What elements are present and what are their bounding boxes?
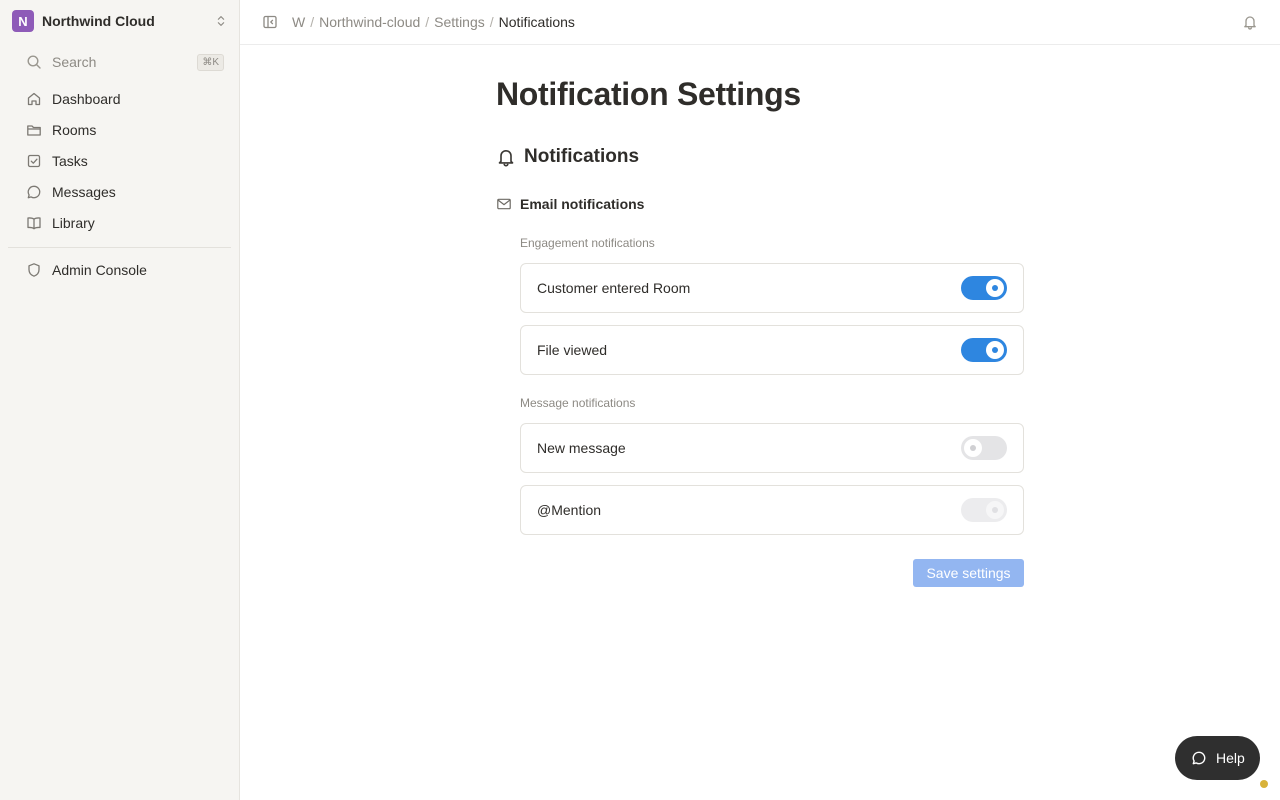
workspace-avatar: N xyxy=(12,10,34,32)
search-shortcut: ⌘K xyxy=(197,53,224,71)
folder-icon xyxy=(26,122,42,138)
setting-label: File viewed xyxy=(537,342,608,358)
sidebar-item-rooms[interactable]: Rooms xyxy=(16,116,224,144)
breadcrumb-item-settings[interactable]: Settings xyxy=(434,14,485,30)
search-label: Search xyxy=(52,54,97,70)
breadcrumb-separator: / xyxy=(310,14,315,30)
workspace-switcher[interactable]: N Northwind Cloud xyxy=(12,10,228,32)
sidebar-item-tasks[interactable]: Tasks xyxy=(16,147,224,175)
sidebar-item-label: Dashboard xyxy=(52,91,121,107)
toggle-mention[interactable] xyxy=(961,498,1007,522)
email-notifications-heading: Email notifications xyxy=(496,196,644,212)
group-label-engagement: Engagement notifications xyxy=(520,236,655,250)
workspace-name: Northwind Cloud xyxy=(42,13,155,29)
chat-bubble-icon xyxy=(1191,750,1207,766)
email-notifications-title: Email notifications xyxy=(520,196,645,212)
sidebar-item-label: Rooms xyxy=(52,122,97,138)
notifications-bell-icon[interactable] xyxy=(1242,14,1258,30)
sidebar-item-label: Admin Console xyxy=(52,262,147,278)
section-heading: Notifications xyxy=(496,146,639,168)
checkbox-icon xyxy=(26,153,42,169)
setting-label: @Mention xyxy=(537,502,602,518)
mail-icon xyxy=(496,196,512,212)
help-label: Help xyxy=(1216,750,1245,766)
breadcrumb-separator: / xyxy=(489,14,494,30)
group-label-message: Message notifications xyxy=(520,396,636,410)
setting-label: Customer entered Room xyxy=(537,280,691,296)
breadcrumb-separator: / xyxy=(425,14,430,30)
search-icon xyxy=(26,54,42,70)
toggle-customer-entered-room[interactable] xyxy=(961,276,1007,300)
save-settings-button[interactable]: Save settings xyxy=(913,559,1024,587)
sidebar-search[interactable]: Search ⌘K xyxy=(16,49,224,75)
book-icon xyxy=(26,215,42,231)
sidebar-item-messages[interactable]: Messages xyxy=(16,178,224,206)
chevron-up-down-icon[interactable] xyxy=(214,14,228,28)
setting-row-customer-entered-room: Customer entered Room xyxy=(520,263,1024,313)
setting-row-file-viewed: File viewed xyxy=(520,325,1024,375)
shield-icon xyxy=(26,262,42,278)
breadcrumb-item-workspace[interactable]: W xyxy=(292,14,305,30)
sidebar-toggle-icon[interactable] xyxy=(262,14,278,30)
section-title: Notifications xyxy=(524,146,640,167)
sidebar-item-label: Messages xyxy=(52,184,116,200)
setting-row-mention: @Mention xyxy=(520,485,1024,535)
page-title: Notification Settings xyxy=(496,76,801,112)
setting-label: New message xyxy=(537,440,626,456)
sidebar-item-dashboard[interactable]: Dashboard xyxy=(16,85,224,113)
help-button[interactable]: Help xyxy=(1175,736,1260,780)
breadcrumb-item-org[interactable]: Northwind-cloud xyxy=(319,14,420,30)
status-indicator xyxy=(1260,780,1268,788)
toggle-new-message[interactable] xyxy=(961,436,1007,460)
sidebar-divider xyxy=(8,247,231,248)
breadcrumb: W / Northwind-cloud / Settings / Notific… xyxy=(292,14,575,30)
setting-row-new-message: New message xyxy=(520,423,1024,473)
sidebar: N Northwind Cloud Search ⌘K Dashboard Ro… xyxy=(0,0,240,800)
chat-bubble-icon xyxy=(26,184,42,200)
breadcrumb-current: Notifications xyxy=(498,14,575,30)
sidebar-item-library[interactable]: Library xyxy=(16,209,224,237)
sidebar-item-admin-console[interactable]: Admin Console xyxy=(16,256,224,284)
home-icon xyxy=(26,91,42,107)
sidebar-item-label: Library xyxy=(52,215,95,231)
toggle-file-viewed[interactable] xyxy=(961,338,1007,362)
top-bar: W / Northwind-cloud / Settings / Notific… xyxy=(240,0,1280,45)
bell-icon xyxy=(496,147,516,167)
sidebar-item-label: Tasks xyxy=(52,153,88,169)
